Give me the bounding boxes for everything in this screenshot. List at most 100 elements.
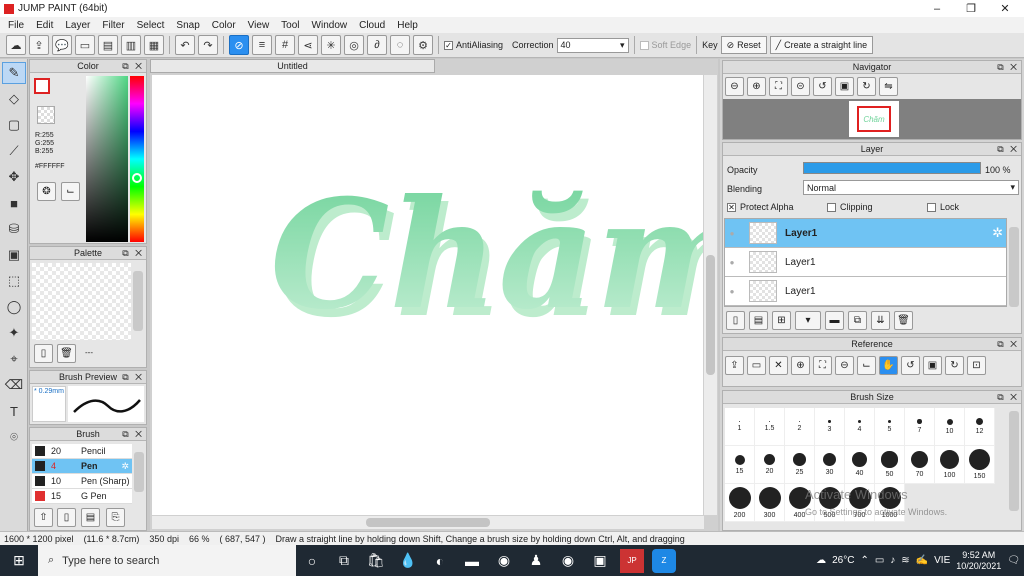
upload-icon[interactable]: ⇪ xyxy=(29,35,49,55)
taskbar-search-box[interactable]: ⌕ Type here to search xyxy=(38,545,296,576)
brush-size-option[interactable]: 3 xyxy=(815,408,845,446)
menu-layer[interactable]: Layer xyxy=(59,20,96,31)
task-view-icon[interactable]: ⧉ xyxy=(332,549,356,573)
page-icon[interactable]: ▤ xyxy=(98,35,118,55)
settings-icon[interactable]: ⚙ xyxy=(413,35,433,55)
eyedropper-icon[interactable]: ⌙ xyxy=(857,356,876,375)
text-tool-icon[interactable]: T xyxy=(2,400,26,422)
menu-color[interactable]: Color xyxy=(206,20,242,31)
protect-alpha-option[interactable]: ✕ Protect Alpha xyxy=(727,202,794,212)
grid-snap-icon[interactable]: # xyxy=(275,35,295,55)
navigator-thumbnail[interactable]: Chăm xyxy=(849,101,899,137)
panel-controls-icon[interactable]: ⧉ ✕ xyxy=(122,247,144,259)
document-tab[interactable]: Untitled xyxy=(150,59,435,73)
curve-snap-icon[interactable]: ∂ xyxy=(367,35,387,55)
cloud-upload-icon[interactable]: ⇪ xyxy=(725,356,744,375)
hue-handle[interactable] xyxy=(132,173,142,183)
rotate-left-icon[interactable]: ↺ xyxy=(813,77,832,96)
select-eraser-tool-icon[interactable]: ⌫ xyxy=(2,374,26,396)
panel-controls-icon[interactable]: ⧉ ✕ xyxy=(997,143,1019,155)
reset-button[interactable]: ⊘ Reset xyxy=(720,36,767,54)
menu-cloud[interactable]: Cloud xyxy=(353,20,391,31)
vertical-scroll-thumb[interactable] xyxy=(706,255,715,375)
pen-icon[interactable]: ✍ xyxy=(916,555,928,566)
actual-size-icon[interactable]: ▣ xyxy=(923,356,942,375)
horizontal-scroll-thumb[interactable] xyxy=(366,518,490,527)
brush-size-option[interactable]: 10 xyxy=(935,408,965,446)
panel-controls-icon[interactable]: ⧉ ✕ xyxy=(122,371,144,383)
new-swatch-icon[interactable]: ▯ xyxy=(34,344,53,363)
panel-controls-icon[interactable]: ⧉ ✕ xyxy=(997,338,1019,350)
lasso-tool-icon[interactable]: ◯ xyxy=(2,296,26,318)
brush-size-option[interactable]: 50 xyxy=(875,446,905,484)
comment-icon[interactable]: 💬 xyxy=(52,35,72,55)
actual-size-icon[interactable]: ▣ xyxy=(835,77,854,96)
layer-row[interactable]: ● Layer1 xyxy=(725,277,1006,306)
zoom-out-icon[interactable]: ⊖ xyxy=(725,77,744,96)
rectangle-tool-icon[interactable]: ▢ xyxy=(2,114,26,136)
rotate-right-icon[interactable]: ↻ xyxy=(945,356,964,375)
jump-paint-taskbar-icon[interactable]: JP xyxy=(620,548,644,573)
brush-size-scrollbar[interactable] xyxy=(1009,411,1019,511)
battery-icon[interactable]: ▭ xyxy=(875,555,884,566)
blur-tool-icon[interactable]: ⟋ xyxy=(2,140,26,162)
flip-icon[interactable]: ⇋ xyxy=(879,77,898,96)
windows-start-icon[interactable]: ⊞ xyxy=(4,549,34,573)
rotate-right-icon[interactable]: ↻ xyxy=(857,77,876,96)
new-layer-icon[interactable]: ▯ xyxy=(726,311,745,330)
grid-edit-icon[interactable]: ▦ xyxy=(144,35,164,55)
menu-edit[interactable]: Edit xyxy=(30,20,59,31)
shape-snap-icon[interactable]: ◌ xyxy=(390,35,410,55)
open-folder-icon[interactable]: ▭ xyxy=(747,356,766,375)
photos-icon[interactable]: ▣ xyxy=(588,549,612,573)
soft-edge-checkbox[interactable] xyxy=(639,40,649,50)
brush-item-pencil[interactable]: 20 Pencil xyxy=(32,444,132,459)
radial-snap-icon[interactable]: ✳ xyxy=(321,35,341,55)
teams-icon[interactable]: ♟ xyxy=(524,549,548,573)
chrome-icon[interactable]: ◉ xyxy=(492,549,516,573)
brush-size-option[interactable]: 5 xyxy=(875,408,905,446)
trash-icon[interactable]: 🗑 xyxy=(57,344,76,363)
layer-row[interactable]: ● Layer1 ✲ xyxy=(725,219,1006,248)
panel-controls-icon[interactable]: ⧉ ✕ xyxy=(997,391,1019,403)
file-explorer-icon[interactable]: ▬ xyxy=(460,549,484,573)
lock-option[interactable]: Lock xyxy=(927,202,959,212)
straight-line-button[interactable]: ╱ Create a straight line xyxy=(769,36,874,54)
brush-size-option[interactable]: 7 xyxy=(905,408,935,446)
lock-icon[interactable]: ⊡ xyxy=(967,356,986,375)
primary-color-swatch[interactable] xyxy=(34,78,50,94)
concentric-snap-icon[interactable]: ◎ xyxy=(344,35,364,55)
gear-icon[interactable]: ✲ xyxy=(121,461,129,472)
select-pen-tool-icon[interactable]: ⌖ xyxy=(2,348,26,370)
merge-layer-icon[interactable]: ⇊ xyxy=(871,311,890,330)
brush-size-option[interactable]: 4 xyxy=(845,408,875,446)
drawing-canvas[interactable]: Chăm Chăm xyxy=(152,75,760,515)
blending-select[interactable]: Normal ▾ xyxy=(803,180,1019,195)
visibility-icon[interactable]: ● xyxy=(725,229,739,238)
brush-size-option[interactable]: 200 xyxy=(725,484,755,522)
brush-size-option[interactable]: 15 xyxy=(725,446,755,484)
eyedropper-icon[interactable]: ⌙ xyxy=(61,182,80,201)
palette-swatches[interactable] xyxy=(32,263,131,340)
new-text-layer-icon[interactable]: ⊞ xyxy=(772,311,791,330)
menu-help[interactable]: Help xyxy=(391,20,424,31)
cloud-icon[interactable]: ☁ xyxy=(6,35,26,55)
new-raster-layer-icon[interactable]: ▤ xyxy=(749,311,768,330)
brush-size-option[interactable]: 1 xyxy=(725,408,755,446)
panel-controls-icon[interactable]: ⧉ ✕ xyxy=(122,428,144,440)
palette-scrollbar[interactable] xyxy=(133,271,143,331)
cortana-icon[interactable]: ○ xyxy=(300,549,324,573)
menu-snap[interactable]: Snap xyxy=(170,20,205,31)
menu-select[interactable]: Select xyxy=(131,20,171,31)
add-brush-icon[interactable]: ⇧ xyxy=(34,508,53,527)
brush-item-g-pen[interactable]: 15 G Pen xyxy=(32,489,132,504)
layer-type-menu-icon[interactable]: ▾ xyxy=(795,311,821,330)
zoom-in-icon[interactable]: ⊕ xyxy=(747,77,766,96)
navigator-viewport[interactable]: Chăm xyxy=(857,106,891,132)
navigator-preview-area[interactable]: Chăm xyxy=(723,99,1021,139)
move-tool-icon[interactable]: ✥ xyxy=(2,166,26,188)
opacity-slider[interactable] xyxy=(803,162,981,174)
perspective-snap-icon[interactable]: ⋖ xyxy=(298,35,318,55)
clock[interactable]: 9:52 AM 10/20/2021 xyxy=(956,550,1001,572)
clipping-checkbox[interactable] xyxy=(827,202,836,212)
